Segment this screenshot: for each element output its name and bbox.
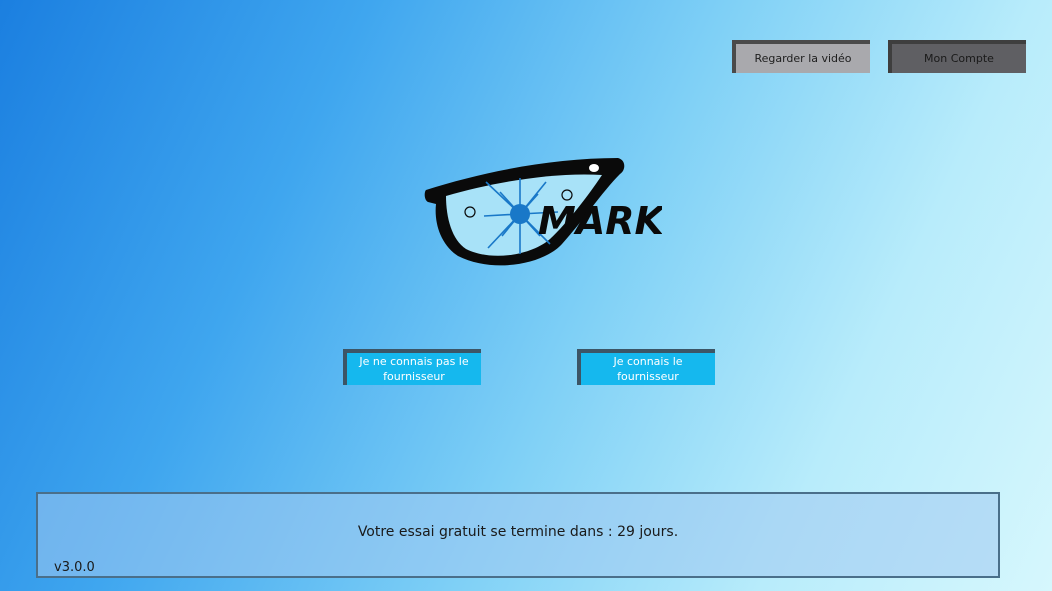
my-account-label: Mon Compte [924,52,994,65]
trial-message: Votre essai gratuit se termine dans : 29… [357,524,679,540]
unknown-supplier-label: Je ne connais pas le fournisseur [359,355,469,383]
glasses-logo-icon: MARK [424,158,666,266]
unknown-supplier-button[interactable]: Je ne connais pas le fournisseur [343,349,481,385]
watch-video-button[interactable]: Regarder la vidéo [732,40,870,73]
logo-text: MARK [538,199,662,243]
version-label: v3.0.0 [54,560,95,575]
app-logo: MARK [422,152,666,274]
trial-banner: Votre essai gratuit se termine dans : 29… [36,492,1000,578]
my-account-button[interactable]: Mon Compte [888,40,1026,73]
watch-video-label: Regarder la vidéo [754,52,852,65]
known-supplier-label: Je connais le fournisseur [613,355,683,383]
known-supplier-button[interactable]: Je connais le fournisseur [577,349,715,385]
